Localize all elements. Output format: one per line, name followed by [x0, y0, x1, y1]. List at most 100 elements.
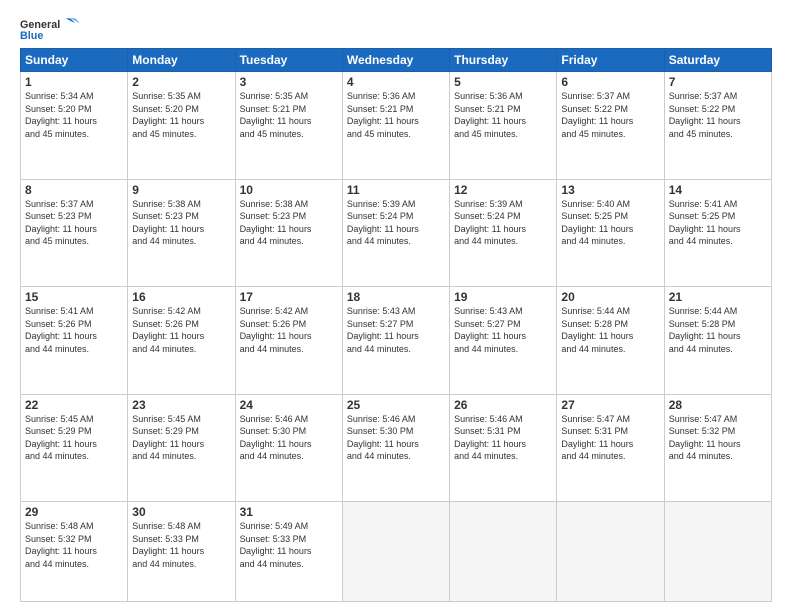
day-number: 19 — [454, 290, 552, 304]
calendar-cell — [342, 502, 449, 602]
day-info: Sunrise: 5:35 AM Sunset: 5:20 PM Dayligh… — [132, 90, 230, 140]
day-number: 16 — [132, 290, 230, 304]
calendar-cell: 6Sunrise: 5:37 AM Sunset: 5:22 PM Daylig… — [557, 72, 664, 180]
day-info: Sunrise: 5:36 AM Sunset: 5:21 PM Dayligh… — [454, 90, 552, 140]
day-number: 13 — [561, 183, 659, 197]
day-number: 26 — [454, 398, 552, 412]
day-number: 18 — [347, 290, 445, 304]
calendar-cell: 8Sunrise: 5:37 AM Sunset: 5:23 PM Daylig… — [21, 179, 128, 287]
day-number: 3 — [240, 75, 338, 89]
calendar-day-header: Tuesday — [235, 49, 342, 72]
day-number: 17 — [240, 290, 338, 304]
day-info: Sunrise: 5:48 AM Sunset: 5:33 PM Dayligh… — [132, 520, 230, 570]
page: GeneralBlue SundayMondayTuesdayWednesday… — [0, 0, 792, 612]
calendar-cell: 16Sunrise: 5:42 AM Sunset: 5:26 PM Dayli… — [128, 287, 235, 395]
day-info: Sunrise: 5:47 AM Sunset: 5:32 PM Dayligh… — [669, 413, 767, 463]
day-info: Sunrise: 5:38 AM Sunset: 5:23 PM Dayligh… — [132, 198, 230, 248]
header: GeneralBlue — [20, 16, 772, 40]
calendar-cell: 23Sunrise: 5:45 AM Sunset: 5:29 PM Dayli… — [128, 394, 235, 502]
day-info: Sunrise: 5:45 AM Sunset: 5:29 PM Dayligh… — [132, 413, 230, 463]
calendar-cell: 25Sunrise: 5:46 AM Sunset: 5:30 PM Dayli… — [342, 394, 449, 502]
day-info: Sunrise: 5:41 AM Sunset: 5:26 PM Dayligh… — [25, 305, 123, 355]
calendar-cell: 18Sunrise: 5:43 AM Sunset: 5:27 PM Dayli… — [342, 287, 449, 395]
calendar-day-header: Saturday — [664, 49, 771, 72]
day-number: 25 — [347, 398, 445, 412]
calendar-cell: 4Sunrise: 5:36 AM Sunset: 5:21 PM Daylig… — [342, 72, 449, 180]
day-info: Sunrise: 5:39 AM Sunset: 5:24 PM Dayligh… — [454, 198, 552, 248]
day-info: Sunrise: 5:47 AM Sunset: 5:31 PM Dayligh… — [561, 413, 659, 463]
calendar-cell: 15Sunrise: 5:41 AM Sunset: 5:26 PM Dayli… — [21, 287, 128, 395]
day-info: Sunrise: 5:45 AM Sunset: 5:29 PM Dayligh… — [25, 413, 123, 463]
svg-text:Blue: Blue — [20, 30, 43, 40]
day-number: 5 — [454, 75, 552, 89]
day-number: 27 — [561, 398, 659, 412]
calendar-cell: 2Sunrise: 5:35 AM Sunset: 5:20 PM Daylig… — [128, 72, 235, 180]
calendar-cell: 22Sunrise: 5:45 AM Sunset: 5:29 PM Dayli… — [21, 394, 128, 502]
day-info: Sunrise: 5:48 AM Sunset: 5:32 PM Dayligh… — [25, 520, 123, 570]
day-info: Sunrise: 5:37 AM Sunset: 5:22 PM Dayligh… — [561, 90, 659, 140]
day-info: Sunrise: 5:44 AM Sunset: 5:28 PM Dayligh… — [669, 305, 767, 355]
calendar-cell: 28Sunrise: 5:47 AM Sunset: 5:32 PM Dayli… — [664, 394, 771, 502]
day-number: 6 — [561, 75, 659, 89]
calendar-cell: 21Sunrise: 5:44 AM Sunset: 5:28 PM Dayli… — [664, 287, 771, 395]
calendar-cell: 3Sunrise: 5:35 AM Sunset: 5:21 PM Daylig… — [235, 72, 342, 180]
day-info: Sunrise: 5:37 AM Sunset: 5:22 PM Dayligh… — [669, 90, 767, 140]
day-info: Sunrise: 5:36 AM Sunset: 5:21 PM Dayligh… — [347, 90, 445, 140]
day-info: Sunrise: 5:35 AM Sunset: 5:21 PM Dayligh… — [240, 90, 338, 140]
day-info: Sunrise: 5:38 AM Sunset: 5:23 PM Dayligh… — [240, 198, 338, 248]
calendar-day-header: Wednesday — [342, 49, 449, 72]
day-number: 14 — [669, 183, 767, 197]
calendar-cell: 27Sunrise: 5:47 AM Sunset: 5:31 PM Dayli… — [557, 394, 664, 502]
day-number: 2 — [132, 75, 230, 89]
day-number: 12 — [454, 183, 552, 197]
calendar-cell: 13Sunrise: 5:40 AM Sunset: 5:25 PM Dayli… — [557, 179, 664, 287]
day-number: 15 — [25, 290, 123, 304]
calendar-cell: 14Sunrise: 5:41 AM Sunset: 5:25 PM Dayli… — [664, 179, 771, 287]
calendar-cell: 17Sunrise: 5:42 AM Sunset: 5:26 PM Dayli… — [235, 287, 342, 395]
logo: GeneralBlue — [20, 16, 80, 40]
calendar-cell: 7Sunrise: 5:37 AM Sunset: 5:22 PM Daylig… — [664, 72, 771, 180]
calendar-cell: 5Sunrise: 5:36 AM Sunset: 5:21 PM Daylig… — [450, 72, 557, 180]
day-info: Sunrise: 5:43 AM Sunset: 5:27 PM Dayligh… — [347, 305, 445, 355]
day-number: 23 — [132, 398, 230, 412]
calendar-cell: 10Sunrise: 5:38 AM Sunset: 5:23 PM Dayli… — [235, 179, 342, 287]
calendar-day-header: Monday — [128, 49, 235, 72]
calendar-cell: 19Sunrise: 5:43 AM Sunset: 5:27 PM Dayli… — [450, 287, 557, 395]
day-number: 21 — [669, 290, 767, 304]
calendar-table: SundayMondayTuesdayWednesdayThursdayFrid… — [20, 48, 772, 602]
calendar-cell: 29Sunrise: 5:48 AM Sunset: 5:32 PM Dayli… — [21, 502, 128, 602]
calendar-cell: 9Sunrise: 5:38 AM Sunset: 5:23 PM Daylig… — [128, 179, 235, 287]
day-number: 8 — [25, 183, 123, 197]
day-number: 22 — [25, 398, 123, 412]
day-number: 7 — [669, 75, 767, 89]
day-info: Sunrise: 5:42 AM Sunset: 5:26 PM Dayligh… — [132, 305, 230, 355]
day-info: Sunrise: 5:44 AM Sunset: 5:28 PM Dayligh… — [561, 305, 659, 355]
day-info: Sunrise: 5:41 AM Sunset: 5:25 PM Dayligh… — [669, 198, 767, 248]
calendar-cell: 11Sunrise: 5:39 AM Sunset: 5:24 PM Dayli… — [342, 179, 449, 287]
day-number: 1 — [25, 75, 123, 89]
calendar-header-row: SundayMondayTuesdayWednesdayThursdayFrid… — [21, 49, 772, 72]
day-info: Sunrise: 5:46 AM Sunset: 5:30 PM Dayligh… — [240, 413, 338, 463]
day-number: 11 — [347, 183, 445, 197]
calendar-day-header: Thursday — [450, 49, 557, 72]
calendar-day-header: Friday — [557, 49, 664, 72]
day-number: 24 — [240, 398, 338, 412]
day-number: 4 — [347, 75, 445, 89]
day-info: Sunrise: 5:43 AM Sunset: 5:27 PM Dayligh… — [454, 305, 552, 355]
day-info: Sunrise: 5:42 AM Sunset: 5:26 PM Dayligh… — [240, 305, 338, 355]
day-number: 30 — [132, 505, 230, 519]
calendar-cell: 12Sunrise: 5:39 AM Sunset: 5:24 PM Dayli… — [450, 179, 557, 287]
calendar-cell: 24Sunrise: 5:46 AM Sunset: 5:30 PM Dayli… — [235, 394, 342, 502]
day-number: 9 — [132, 183, 230, 197]
day-number: 31 — [240, 505, 338, 519]
day-number: 20 — [561, 290, 659, 304]
day-info: Sunrise: 5:37 AM Sunset: 5:23 PM Dayligh… — [25, 198, 123, 248]
day-number: 28 — [669, 398, 767, 412]
day-info: Sunrise: 5:39 AM Sunset: 5:24 PM Dayligh… — [347, 198, 445, 248]
calendar-cell: 26Sunrise: 5:46 AM Sunset: 5:31 PM Dayli… — [450, 394, 557, 502]
logo-svg: GeneralBlue — [20, 16, 80, 40]
calendar-cell — [557, 502, 664, 602]
calendar-cell: 31Sunrise: 5:49 AM Sunset: 5:33 PM Dayli… — [235, 502, 342, 602]
day-number: 10 — [240, 183, 338, 197]
calendar-cell — [450, 502, 557, 602]
